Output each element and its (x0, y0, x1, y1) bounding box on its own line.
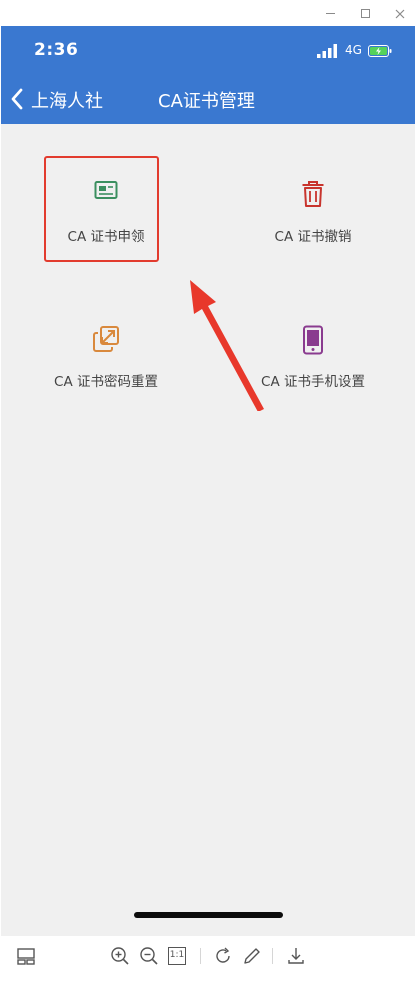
tile-ca-password-reset[interactable]: CA 证书密码重置 (11, 311, 201, 421)
phone-screen: 2:36 4G 上海人社 CA证书管理 CA 证书申领 CA 证书撤销 CA 证… (1, 26, 415, 936)
toolbar-divider (200, 948, 201, 964)
trash-icon (302, 181, 324, 207)
network-type: 4G (345, 43, 362, 57)
tile-ca-revoke[interactable]: CA 证书撤销 (218, 166, 408, 276)
minimize-icon (325, 13, 335, 14)
mobile-phone-icon (303, 325, 323, 355)
tile-label: CA 证书撤销 (274, 229, 352, 245)
password-reset-icon (93, 326, 119, 352)
highlight-box (44, 156, 159, 262)
home-indicator[interactable] (134, 912, 283, 918)
close-button[interactable] (389, 3, 411, 23)
close-icon (395, 9, 405, 18)
page-title: CA证书管理 (158, 91, 255, 112)
maximize-icon (360, 9, 370, 18)
edit-pencil-icon[interactable] (242, 946, 262, 966)
status-time: 2:36 (34, 40, 79, 60)
zoom-in-icon[interactable] (110, 946, 130, 966)
signal-icon (317, 44, 337, 58)
maximize-button[interactable] (354, 3, 376, 23)
tile-label: CA 证书密码重置 (54, 374, 158, 390)
download-icon[interactable] (286, 946, 306, 966)
app-header: 2:36 4G 上海人社 CA证书管理 (1, 26, 415, 124)
battery-charging-icon (368, 45, 392, 57)
actual-size-button[interactable]: 1:1 (168, 947, 186, 965)
back-arrow-icon[interactable] (10, 87, 24, 111)
window-title-bar (0, 0, 416, 26)
toolbar-divider (272, 948, 273, 964)
rotate-icon[interactable] (213, 946, 233, 966)
annotation-arrow (190, 280, 264, 411)
thumbnail-panel-icon[interactable] (16, 946, 36, 966)
minimize-button[interactable] (319, 3, 341, 23)
viewer-toolbar: 1:1 (0, 936, 416, 988)
back-button-label[interactable]: 上海人社 (31, 87, 103, 113)
zoom-out-icon[interactable] (139, 946, 159, 966)
